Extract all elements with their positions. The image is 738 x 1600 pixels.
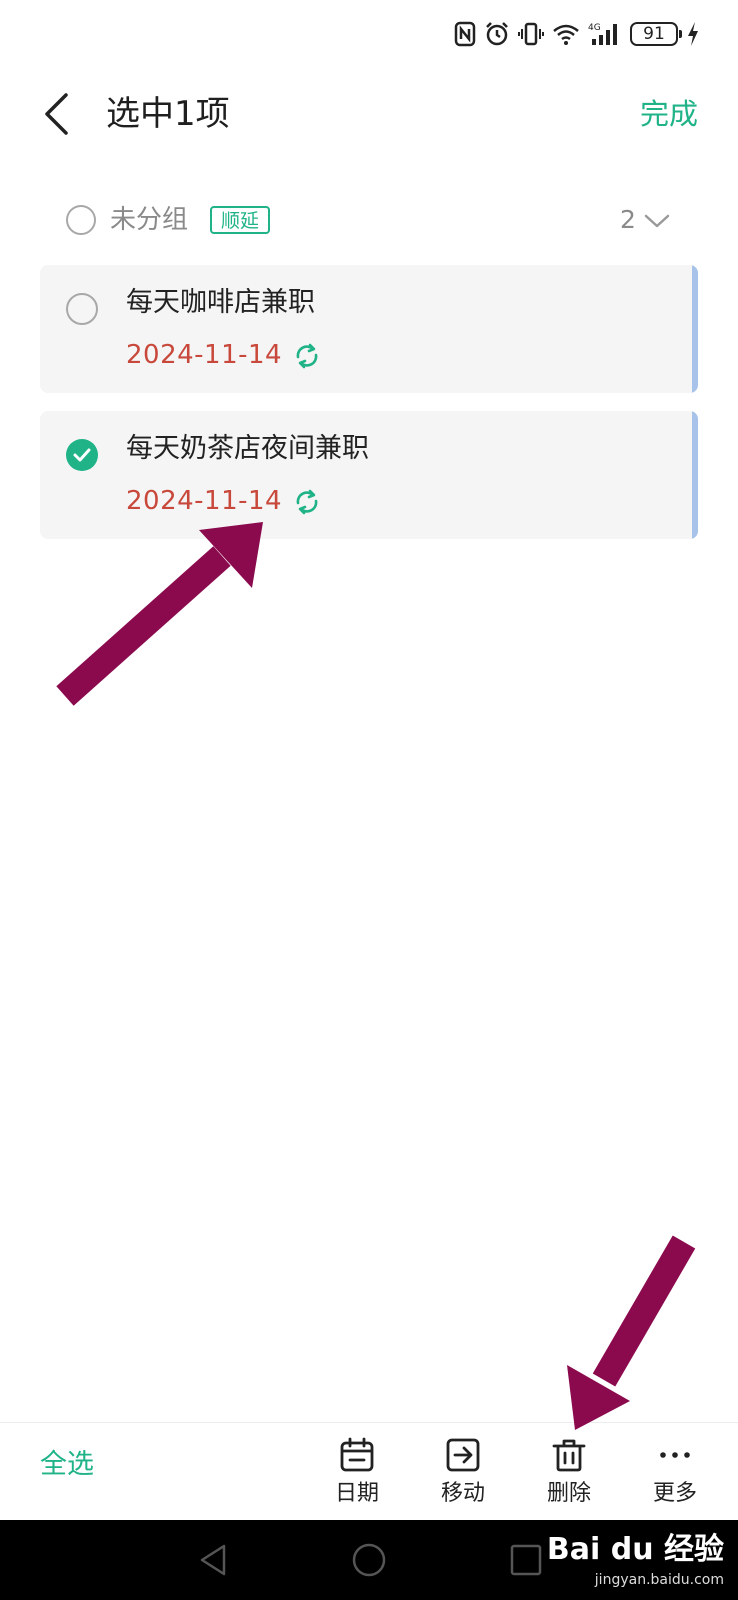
vibrate-icon: [518, 22, 544, 46]
system-nav-bar: Bai du 经验 jingyan.baidu.com: [0, 1520, 738, 1600]
nav-back-icon[interactable]: [194, 1540, 234, 1580]
group-name: 未分组: [110, 205, 189, 235]
annotation-overlay: [56, 522, 696, 1430]
group-tag-badge: 顺延: [210, 206, 271, 234]
annotation-arrow: [56, 522, 263, 706]
date-label: 日期: [334, 1481, 379, 1506]
status-bar: 4G 91: [0, 0, 738, 70]
status-icons: 4G 91: [454, 18, 700, 50]
watermark-url: jingyan.baidu.com: [594, 1572, 724, 1588]
watermark-brand: Bai du 经验: [546, 1532, 724, 1567]
task-date: 2024-11-14: [126, 340, 283, 370]
nav-recents-icon[interactable]: [506, 1540, 546, 1580]
baidu-jingyan-watermark: Bai du 经验 jingyan.baidu.com: [547, 1528, 724, 1592]
task-title: 每天咖啡店兼职: [126, 287, 315, 318]
nfc-icon: [454, 21, 476, 47]
trash-icon: [552, 1439, 586, 1472]
task-color-stripe: [692, 411, 698, 539]
group-select-radio[interactable]: [66, 205, 96, 235]
charging-icon: [688, 22, 698, 46]
chevron-left-icon: [45, 93, 68, 135]
task-item[interactable]: 每天咖啡店兼职 2024-11-14: [40, 265, 698, 393]
svg-text:4G: 4G: [588, 23, 601, 33]
delete-label: 删除: [546, 1481, 591, 1506]
back-button[interactable]: [36, 88, 76, 140]
check-icon: [73, 448, 91, 462]
battery-indicator: 91: [630, 22, 682, 46]
task-date: 2024-11-14: [126, 486, 283, 516]
battery-level: 91: [643, 24, 665, 44]
group-collapse-toggle[interactable]: [642, 206, 672, 236]
nav-home-icon[interactable]: [349, 1540, 389, 1580]
select-all-button[interactable]: 全选: [40, 1443, 94, 1487]
task-title: 每天奶茶店夜间兼职: [126, 433, 369, 464]
repeat-icon: [296, 489, 318, 515]
repeat-icon: [296, 343, 318, 369]
move-icon: [446, 1438, 480, 1472]
alarm-icon: [486, 22, 508, 46]
annotation-arrow: [567, 1235, 696, 1430]
chevron-down-icon: [644, 214, 670, 228]
wifi-icon: [553, 24, 579, 45]
task-color-stripe: [692, 265, 698, 393]
group-count: 2: [620, 205, 636, 234]
calendar-icon: [340, 1437, 374, 1472]
task-item[interactable]: 每天奶茶店夜间兼职 2024-11-14: [40, 411, 698, 539]
move-button[interactable]: 移动: [418, 1433, 508, 1515]
move-label: 移动: [440, 1481, 485, 1506]
more-icon: [660, 1452, 690, 1458]
date-button[interactable]: 日期: [312, 1433, 402, 1515]
task-select-radio-checked[interactable]: [66, 439, 98, 471]
more-button[interactable]: 更多: [630, 1433, 720, 1515]
done-button[interactable]: 完成: [640, 88, 698, 140]
task-select-radio[interactable]: [66, 293, 98, 325]
signal-4g-icon: 4G: [588, 23, 617, 45]
bottom-toolbar: 全选 日期 移动 删除 更多: [0, 1422, 738, 1521]
more-label: 更多: [652, 1481, 697, 1506]
page-title: 选中1项: [106, 94, 230, 134]
delete-button[interactable]: 删除: [524, 1433, 614, 1515]
